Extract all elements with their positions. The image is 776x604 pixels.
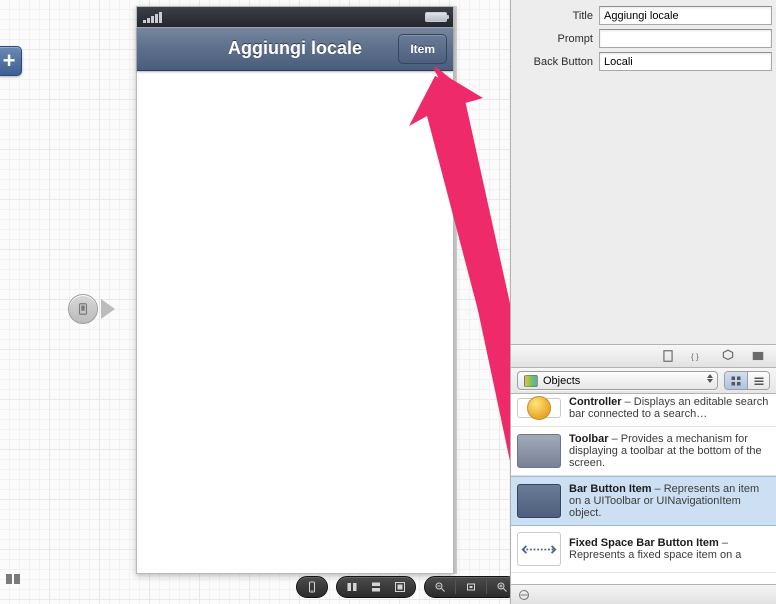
library-view-toggle — [724, 371, 770, 390]
backbutton-field[interactable] — [599, 52, 772, 71]
zoom-out-button[interactable] — [431, 580, 449, 594]
list-item[interactable]: Controller – Displays an editable search… — [511, 394, 776, 427]
item-title: Fixed Space Bar Button Item — [569, 537, 719, 549]
navbar-right-bar-button-item[interactable]: Item — [398, 34, 447, 64]
bottom-left-indicator — [6, 574, 20, 584]
canvas-footer-toolbar — [296, 576, 518, 598]
title-label: Title — [515, 10, 599, 22]
attributes-form: Title Prompt Back Button — [511, 0, 776, 81]
segue-arrow-icon — [101, 299, 115, 319]
item-title: Toolbar — [569, 433, 609, 445]
add-button[interactable]: + — [0, 46, 22, 76]
object-library-list[interactable]: Controller – Displays an editable search… — [511, 394, 776, 584]
list-item[interactable]: Fixed Space Bar Button Item – Represents… — [511, 526, 776, 573]
item-title: Controller — [569, 396, 622, 408]
controller-thumb-icon — [517, 398, 561, 418]
objects-popup-label: Objects — [543, 375, 580, 387]
zoom-actual-button[interactable] — [462, 580, 480, 594]
toolbar-thumb-icon — [517, 434, 561, 468]
signal-icon — [143, 11, 163, 23]
list-item[interactable]: Bar Button Item – Represents an item on … — [511, 476, 776, 526]
backbutton-label: Back Button — [515, 56, 599, 68]
svg-text:{ }: { } — [691, 353, 699, 362]
align-pill — [336, 576, 416, 598]
prompt-row: Prompt — [515, 29, 772, 48]
zoom-in-button[interactable] — [493, 580, 511, 594]
library-tabbar: { } — [511, 344, 776, 368]
tab-media[interactable] — [750, 348, 766, 364]
prompt-field[interactable] — [599, 29, 772, 48]
device-pill — [296, 576, 328, 598]
library-footer — [511, 584, 776, 604]
align-button-3[interactable] — [391, 580, 409, 594]
navigation-bar[interactable]: Aggiungi locale Item — [137, 27, 453, 71]
device-button[interactable] — [303, 580, 321, 594]
item-title: Bar Button Item — [569, 483, 652, 495]
view-list-button[interactable] — [747, 372, 769, 389]
zoom-pill — [424, 576, 518, 598]
prompt-label: Prompt — [515, 33, 599, 45]
navbar-title: Aggiungi locale — [228, 38, 362, 59]
storyboard-canvas[interactable]: + Aggiungi locale Item — [0, 0, 510, 604]
title-row: Title — [515, 6, 772, 25]
tab-code-snippets[interactable]: { } — [690, 348, 706, 364]
view-grid-button[interactable] — [725, 372, 747, 389]
fixedspace-thumb-icon — [517, 532, 561, 566]
segue-node[interactable] — [68, 294, 115, 324]
battery-icon — [425, 12, 447, 22]
segue-icon — [68, 294, 98, 324]
inspector-panel: Title Prompt Back Button { } Objects — [510, 0, 776, 604]
palette-icon — [524, 375, 538, 387]
list-item[interactable]: Toolbar – Provides a mechanism for displ… — [511, 427, 776, 476]
align-button-1[interactable] — [343, 580, 361, 594]
tab-objects[interactable] — [720, 348, 736, 364]
library-filter-row: Objects — [511, 368, 776, 394]
align-button-2[interactable] — [367, 580, 385, 594]
status-bar — [137, 7, 453, 27]
iphone-scene[interactable]: Aggiungi locale Item — [136, 6, 454, 574]
backbutton-row: Back Button — [515, 52, 772, 71]
barbutton-thumb-icon — [517, 484, 561, 518]
tab-file-templates[interactable] — [660, 348, 676, 364]
title-field[interactable] — [599, 6, 772, 25]
filter-button[interactable] — [517, 588, 531, 602]
objects-popup[interactable]: Objects — [517, 371, 718, 390]
